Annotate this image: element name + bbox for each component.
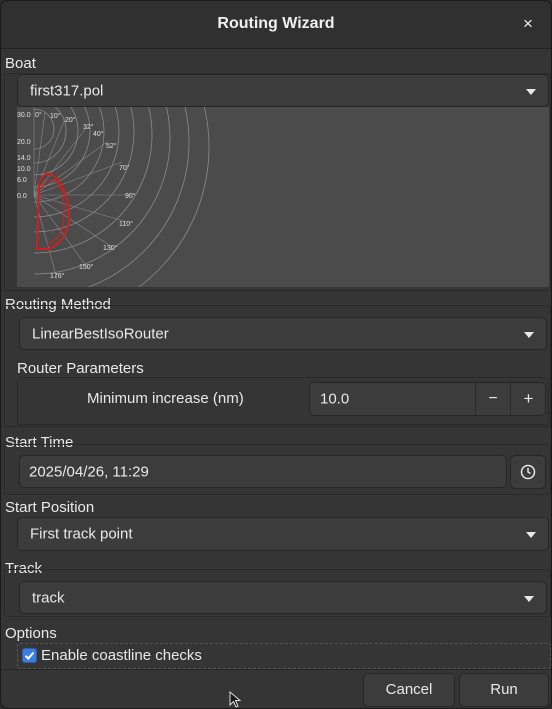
start-position-value: First track point [30, 525, 133, 543]
title-bar: Routing Wizard × [1, 1, 551, 49]
start-position-select[interactable]: First track point [17, 517, 549, 551]
routing-method-value: LinearBestIsoRouter [32, 325, 169, 342]
angle-tick: 150° [79, 263, 94, 271]
decrement-button[interactable]: − [475, 383, 510, 415]
speed-tick: 0.0 [17, 193, 27, 200]
chevron-down-icon [526, 88, 536, 95]
start-time-value: 2025/04/26, 11:29 [29, 463, 149, 480]
angle-tick: 52° [106, 142, 117, 150]
cancel-button[interactable]: Cancel [363, 673, 455, 707]
track-value: track [32, 589, 65, 606]
window-title: Routing Wizard [217, 15, 335, 32]
polar-diagram: 30.0 20.0 14.0 10.0 6.0 0.0 0° 10° 20° 3… [17, 1, 549, 323]
footer-divider [1, 669, 551, 670]
polar-diagram-svg: 30.0 20.0 14.0 10.0 6.0 0.0 0° 10° 20° 3… [17, 1, 210, 323]
angle-tick: 90° [125, 192, 136, 200]
boat-select[interactable]: first317.pol [17, 74, 549, 107]
clock-icon [520, 464, 536, 480]
increment-button[interactable]: + [510, 383, 546, 415]
angle-tick: 130° [103, 244, 118, 252]
angle-tick: 176° [50, 272, 65, 280]
speed-tick: 10.0 [17, 166, 31, 173]
check-icon [24, 651, 35, 660]
mouse-cursor-icon [229, 691, 242, 708]
routing-wizard-window: Routing Wizard × Boat first317.pol 30.0 … [0, 0, 552, 709]
speed-tick: 14.0 [17, 155, 31, 162]
chevron-down-icon [526, 532, 536, 538]
clock-button[interactable] [510, 455, 546, 489]
options-label: Options [5, 625, 57, 642]
chevron-down-icon [524, 595, 534, 602]
boat-section-label: Boat [5, 55, 36, 72]
boat-select-value: first317.pol [30, 82, 104, 99]
min-increase-spinbox[interactable]: 10.0 − + [309, 382, 546, 416]
chevron-down-icon [524, 331, 534, 338]
angle-tick: 20° [65, 116, 76, 124]
coastline-checkbox-label[interactable]: Enable coastline checks [41, 647, 202, 664]
router-parameters-label: Router Parameters [17, 360, 144, 377]
angle-tick: 10° [50, 112, 61, 120]
angle-tick: 40° [93, 130, 104, 138]
close-icon[interactable]: × [517, 13, 539, 35]
angle-tick: 110° [119, 220, 133, 228]
angle-tick: 0° [35, 111, 42, 119]
angle-tick: 32° [83, 123, 94, 131]
routing-method-select[interactable]: LinearBestIsoRouter [19, 317, 547, 350]
run-button[interactable]: Run [459, 673, 549, 707]
start-position-label: Start Position [5, 499, 95, 516]
min-increase-value: 10.0 [320, 390, 350, 408]
speed-tick: 20.0 [17, 139, 31, 146]
start-time-input[interactable]: 2025/04/26, 11:29 [19, 455, 507, 488]
coastline-checkbox[interactable] [22, 648, 37, 663]
speed-tick: 6.0 [17, 177, 27, 184]
min-increase-label: Minimum increase (nm) [87, 390, 244, 407]
speed-tick: 30.0 [17, 112, 31, 119]
angle-tick: 70° [119, 164, 130, 172]
track-select[interactable]: track [19, 581, 547, 614]
